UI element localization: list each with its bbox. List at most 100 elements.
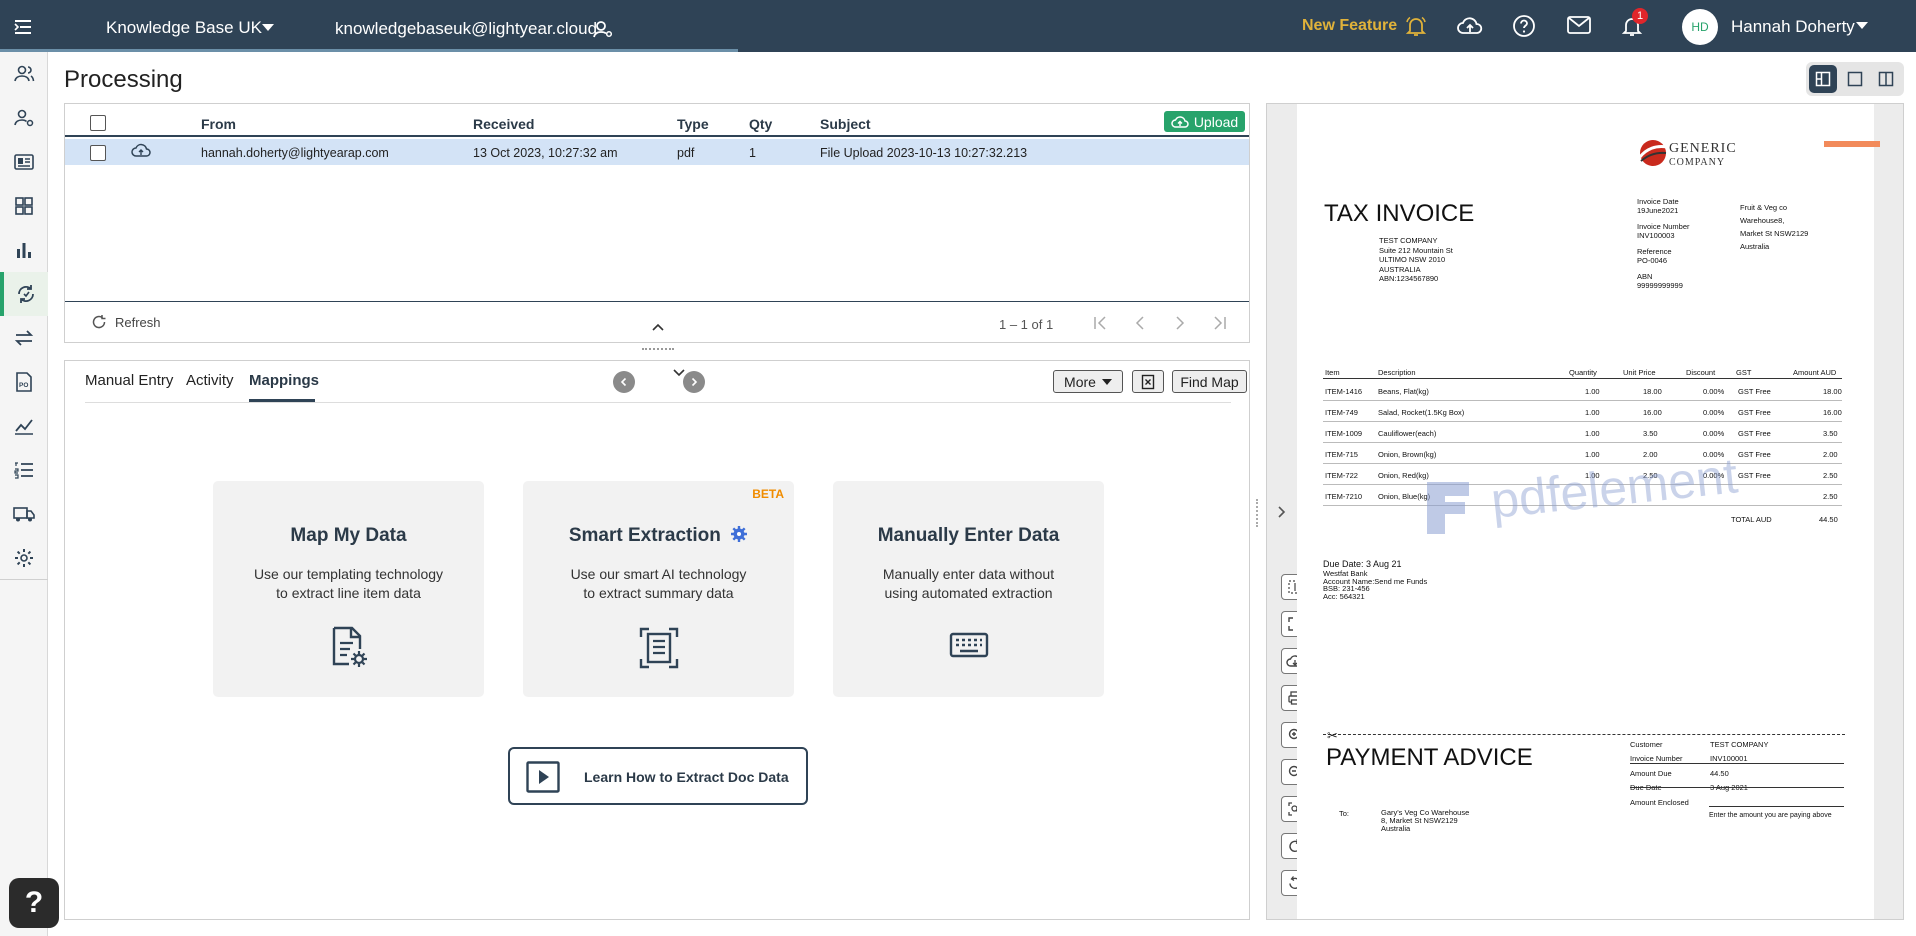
line-item-unit-price: 18.00 <box>1643 387 1662 396</box>
card-description: Manually enter data without using automat… <box>882 566 1055 601</box>
collapse-up-chevron-icon[interactable] <box>650 319 666 335</box>
line-item-discount: 0.00% <box>1703 408 1725 417</box>
first-page-icon[interactable] <box>1092 315 1110 331</box>
table-header: From Received Type Qty Subject Upload <box>65 104 1249 137</box>
avatar[interactable]: HD <box>1682 9 1718 45</box>
tab-mappings[interactable]: Mappings <box>249 372 319 389</box>
active-tab-indicator <box>249 399 315 402</box>
new-feature-link[interactable]: New Feature <box>1302 17 1397 35</box>
cut-line <box>1323 734 1845 735</box>
to-label: To: <box>1339 809 1350 818</box>
line-item-amount: 18.00 <box>1823 387 1842 396</box>
sidebar-purchase-order-icon[interactable]: PO <box>0 360 48 404</box>
line-item-item: ITEM-1009 <box>1325 429 1363 438</box>
keyboard-icon <box>833 625 1104 665</box>
help-chat-button[interactable]: ? <box>9 878 59 928</box>
tab-manual-entry[interactable]: Manual Entry <box>85 372 173 389</box>
top-bar: Knowledge Base UK knowledgebaseuk@lighty… <box>0 0 1916 52</box>
company-logo-icon <box>1637 138 1669 168</box>
panel-resize-handle[interactable] <box>642 348 674 354</box>
card-title: Map My Data <box>290 525 407 546</box>
sidebar-analytics-icon[interactable] <box>0 404 48 448</box>
single-view-icon[interactable] <box>1841 65 1869 93</box>
beta-badge: BETA <box>752 487 784 501</box>
column-header-received[interactable]: Received <box>473 116 534 132</box>
sidebar-user-settings-icon[interactable] <box>0 96 48 140</box>
row-received: 13 Oct 2023, 10:27:32 am <box>473 146 618 160</box>
line-items-header: Item Description Quantity Unit Price Dis… <box>1323 365 1842 379</box>
line-item-quantity: 1.00 <box>1585 387 1600 396</box>
line-item-description: Beans, Flat(kg) <box>1378 387 1429 396</box>
last-page-icon[interactable] <box>1210 315 1228 331</box>
map-my-data-card[interactable]: Map My Data Use our templating technolog… <box>213 481 484 697</box>
sidebar-reports-icon[interactable] <box>0 228 48 272</box>
next-page-icon[interactable] <box>1172 315 1188 331</box>
sidebar-list-icon[interactable] <box>0 448 48 492</box>
row-from: hannah.doherty@lightyearap.com <box>201 146 389 160</box>
card-description: Use our templating technology to extract … <box>253 566 444 601</box>
upload-button[interactable]: Upload <box>1164 111 1245 132</box>
clear-mapping-button[interactable] <box>1132 370 1164 393</box>
supplier-address: Fruit & Veg co Warehouse8, Market St NSW21… <box>1740 203 1809 251</box>
sidebar-settings-gear-icon[interactable] <box>0 536 48 580</box>
table-row[interactable]: hannah.doherty@lightyearap.com 13 Oct 20… <box>65 139 1249 165</box>
advice-labels: Customer Invoice Number Amount Due Due D… <box>1630 740 1689 807</box>
help-icon[interactable] <box>1512 14 1536 38</box>
sidebar-processing-icon[interactable] <box>0 272 48 316</box>
page-title: Processing <box>64 66 183 93</box>
line-item-gst: GST Free <box>1738 429 1771 438</box>
column-header-qty[interactable]: Qty <box>749 116 772 132</box>
smart-extraction-card[interactable]: BETA Smart Extraction Use our smart AI t… <box>523 481 794 697</box>
collapse-viewer-chevron-icon[interactable] <box>1276 504 1288 520</box>
sidebar-dashboard-icon[interactable] <box>0 184 48 228</box>
side-by-side-view-icon[interactable] <box>1872 65 1900 93</box>
user-menu-caret-icon[interactable] <box>1856 22 1868 29</box>
row-checkbox[interactable] <box>90 145 106 161</box>
tab-activity[interactable]: Activity <box>186 372 234 389</box>
column-header-subject[interactable]: Subject <box>820 116 871 132</box>
viewer-resize-handle[interactable] <box>1256 499 1262 527</box>
advice-values: TEST COMPANY INV100001 44.50 3 Aug 2021 <box>1710 740 1769 792</box>
column-header-type[interactable]: Type <box>677 116 709 132</box>
select-all-checkbox[interactable] <box>90 115 106 131</box>
previous-document-icon[interactable] <box>613 371 635 393</box>
card-title: Manually Enter Data <box>877 525 1060 546</box>
upload-label: Upload <box>1193 113 1239 130</box>
invoice-page: Generic Company TAX INVOICE TEST COMPANY S… <box>1297 104 1880 919</box>
workspace-selector[interactable]: Knowledge Base UK <box>106 18 262 38</box>
column-header-from[interactable]: From <box>201 116 236 132</box>
user-settings-icon[interactable] <box>592 18 614 40</box>
workspace-caret-icon[interactable] <box>262 24 274 31</box>
split-view-icon[interactable] <box>1809 65 1837 93</box>
new-feature-bell-icon[interactable] <box>1404 14 1428 38</box>
sidebar-contacts-icon[interactable] <box>0 52 48 96</box>
payment-advice-title: PAYMENT ADVICE <box>1326 744 1533 771</box>
line-item-unit-price: 16.00 <box>1643 408 1662 417</box>
menu-toggle-icon[interactable] <box>12 16 34 38</box>
find-map-button[interactable]: Find Map <box>1172 370 1247 393</box>
cloud-upload-icon[interactable] <box>1456 14 1484 38</box>
more-menu-button[interactable]: More <box>1053 370 1123 393</box>
upload-cloud-icon <box>1171 115 1189 128</box>
sidebar-transfer-icon[interactable] <box>0 316 48 360</box>
line-item-discount: 0.00% <box>1703 450 1725 459</box>
mail-icon[interactable] <box>1566 14 1592 36</box>
next-document-icon[interactable] <box>683 371 705 393</box>
line-item-quantity: 1.00 <box>1585 408 1600 417</box>
learn-extract-doc-data-button[interactable]: Learn How to Extract Doc Data <box>508 747 808 805</box>
line-item-row: ITEM-749 Salad, Rocket(1.5Kg Box) 1.00 16.0… <box>1323 401 1842 422</box>
scissors-icon: ✂ <box>1327 728 1338 743</box>
previous-page-icon[interactable] <box>1132 315 1148 331</box>
mappings-panel: Manual Entry Activity Mappings More Find… <box>64 360 1250 920</box>
line-item-gst: GST Free <box>1738 387 1771 396</box>
row-subject: File Upload 2023-10-13 10:27:32.213 <box>820 146 1028 160</box>
row-qty: 1 <box>749 146 756 160</box>
view-layout-toggle <box>1806 62 1904 96</box>
sidebar-invoices-icon[interactable] <box>0 140 48 184</box>
sidebar-delivery-truck-icon[interactable] <box>0 492 48 536</box>
line-item-amount: 2.50 <box>1823 492 1838 501</box>
refresh-button[interactable]: Refresh <box>91 314 161 330</box>
advice-divider <box>1630 763 1844 764</box>
manually-enter-data-card[interactable]: Manually Enter Data Manually enter data … <box>833 481 1104 697</box>
user-name[interactable]: Hannah Doherty <box>1731 17 1855 37</box>
